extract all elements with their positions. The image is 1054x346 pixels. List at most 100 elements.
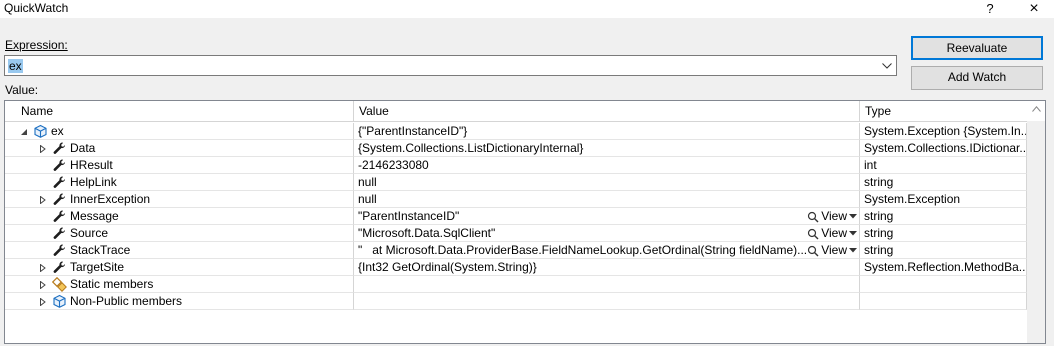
dropdown-arrow-icon	[849, 231, 857, 236]
name-cell[interactable]: Static members	[5, 276, 354, 293]
expand-arrow-icon[interactable]	[38, 140, 48, 156]
value-cell[interactable]: {"ParentInstanceID"}	[354, 123, 860, 140]
member-value: {Int32 GetOrdinal(System.String)}	[358, 260, 537, 274]
wrench-icon	[52, 192, 67, 207]
name-cell[interactable]: HResult	[5, 157, 354, 174]
wrench-icon	[52, 260, 67, 275]
view-visualizer-button[interactable]: View	[807, 242, 857, 258]
value-cell[interactable]: null	[354, 191, 860, 208]
view-visualizer-button[interactable]: View	[807, 208, 857, 224]
object-icon	[52, 294, 67, 309]
table-row[interactable]: Source "Microsoft.Data.SqlClient" View stri…	[5, 225, 1027, 242]
type-cell[interactable]: System.Exception	[860, 191, 1027, 208]
member-name: HelpLink	[70, 175, 117, 189]
column-header-type[interactable]: Type	[860, 101, 1045, 121]
view-visualizer-button[interactable]: View	[807, 225, 857, 241]
member-value: -2146233080	[358, 158, 429, 172]
value-cell[interactable]: null	[354, 174, 860, 191]
table-row[interactable]: Message "ParentInstanceID" View string	[5, 208, 1027, 225]
add-watch-button[interactable]: Add Watch	[911, 66, 1043, 90]
wrench-icon	[52, 209, 67, 224]
type-cell[interactable]: int	[860, 157, 1027, 174]
expand-arrow-icon[interactable]	[38, 259, 48, 275]
name-cell[interactable]: Source	[5, 225, 354, 242]
member-value: " at Microsoft.Data.ProviderBase.FieldNa…	[358, 243, 808, 257]
member-value: {"ParentInstanceID"}	[358, 124, 468, 138]
name-cell[interactable]: Non-Public members	[5, 293, 354, 310]
magnifier-icon	[808, 228, 819, 239]
type-cell[interactable]: string	[860, 225, 1027, 242]
reevaluate-button[interactable]: Reevaluate	[911, 36, 1043, 60]
member-type: string	[864, 175, 894, 189]
member-name: Non-Public members	[70, 294, 183, 308]
type-cell[interactable]: string	[860, 242, 1027, 259]
expression-value[interactable]: ex	[8, 59, 23, 73]
view-label: View	[821, 243, 847, 257]
column-header-type-label: Type	[865, 104, 892, 118]
table-row[interactable]: StackTrace " at Microsoft.Data.ProviderBa…	[5, 242, 1027, 259]
type-cell[interactable]	[860, 276, 1027, 293]
member-name: Source	[70, 226, 109, 240]
value-cell[interactable]: " at Microsoft.Data.ProviderBase.FieldNa…	[354, 242, 860, 259]
column-header-name[interactable]: Name	[5, 101, 354, 121]
name-cell[interactable]: StackTrace	[5, 242, 354, 259]
value-cell[interactable]: -2146233080	[354, 157, 860, 174]
member-type: string	[864, 209, 894, 223]
chevron-down-icon	[882, 62, 892, 69]
collapse-arrow-icon[interactable]	[19, 123, 29, 139]
value-cell[interactable]: "ParentInstanceID" View	[354, 208, 860, 225]
expression-dropdown-button[interactable]	[878, 56, 896, 75]
value-cell[interactable]: {Int32 GetOrdinal(System.String)}	[354, 259, 860, 276]
name-cell[interactable]: ex	[5, 123, 354, 140]
help-button[interactable]: ?	[972, 0, 1008, 18]
table-row[interactable]: HelpLink null string	[5, 174, 1027, 191]
vertical-scrollbar[interactable]	[1027, 121, 1045, 343]
type-cell[interactable]: System.Exception {System.In...	[860, 123, 1027, 140]
object-icon	[33, 124, 48, 139]
dropdown-arrow-icon	[849, 248, 857, 253]
table-row[interactable]: InnerException null System.Exception	[5, 191, 1027, 208]
table-row[interactable]: Static members	[5, 276, 1027, 293]
value-label: Value:	[5, 83, 39, 97]
table-row[interactable]: ex {"ParentInstanceID"} System.Exception {…	[5, 123, 1027, 140]
name-cell[interactable]: Message	[5, 208, 354, 225]
member-type: int	[864, 158, 877, 172]
watch-grid[interactable]: Name Value Type ex {"ParentInstanceID"} Sy…	[4, 100, 1046, 344]
wrench-icon	[52, 141, 67, 156]
type-cell[interactable]: System.Reflection.MethodBa...	[860, 259, 1027, 276]
type-cell[interactable]	[860, 293, 1027, 310]
member-value: "Microsoft.Data.SqlClient"	[358, 226, 496, 240]
scroll-up-icon[interactable]	[1032, 106, 1041, 112]
member-name: Message	[70, 209, 119, 223]
close-button[interactable]: ×	[1016, 0, 1052, 18]
magnifier-icon	[808, 245, 819, 256]
name-cell[interactable]: InnerException	[5, 191, 354, 208]
member-name: InnerException	[70, 192, 151, 206]
value-cell[interactable]: "Microsoft.Data.SqlClient" View	[354, 225, 860, 242]
expression-input[interactable]: ex	[4, 55, 897, 76]
member-name: Static members	[70, 277, 154, 291]
expand-arrow-icon[interactable]	[38, 191, 48, 207]
expand-arrow-icon[interactable]	[38, 293, 48, 309]
type-cell[interactable]: string	[860, 208, 1027, 225]
value-cell[interactable]	[354, 276, 860, 293]
name-cell[interactable]: Data	[5, 140, 354, 157]
table-row[interactable]: TargetSite {Int32 GetOrdinal(System.Strin…	[5, 259, 1027, 276]
table-row[interactable]: HResult -2146233080 int	[5, 157, 1027, 174]
table-row[interactable]: Data {System.Collections.ListDictionaryIn…	[5, 140, 1027, 157]
column-header-value[interactable]: Value	[354, 101, 860, 121]
table-row[interactable]: Non-Public members	[5, 293, 1027, 310]
member-type: System.Exception {System.In...	[864, 124, 1027, 138]
type-cell[interactable]: string	[860, 174, 1027, 191]
member-type: System.Collections.IDictionar...	[864, 141, 1027, 155]
name-cell[interactable]: HelpLink	[5, 174, 354, 191]
wrench-icon	[52, 226, 67, 241]
type-cell[interactable]: System.Collections.IDictionar...	[860, 140, 1027, 157]
value-cell[interactable]: {System.Collections.ListDictionaryIntern…	[354, 140, 860, 157]
value-cell[interactable]	[354, 293, 860, 310]
view-label: View	[821, 226, 847, 240]
name-cell[interactable]: TargetSite	[5, 259, 354, 276]
expand-arrow-icon[interactable]	[38, 276, 48, 292]
member-value: null	[358, 175, 377, 189]
member-name: ex	[51, 124, 64, 138]
